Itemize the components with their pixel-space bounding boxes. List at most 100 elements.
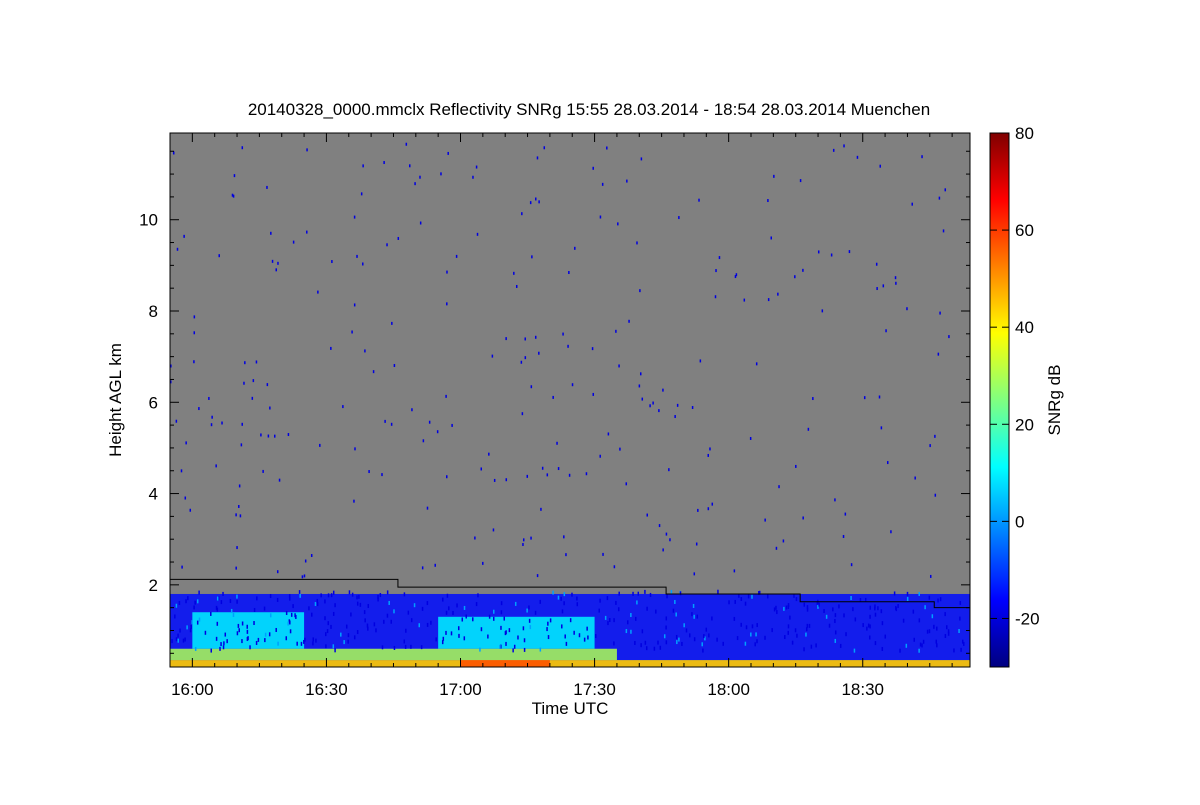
speckle-point [514, 601, 517, 606]
speckle-point [271, 259, 274, 263]
speckle-point [563, 601, 565, 606]
speckle-point [182, 638, 185, 643]
speckle-point [292, 240, 295, 244]
speckle-point [235, 566, 237, 570]
speckle-point [193, 360, 195, 364]
speckle-point [383, 161, 385, 165]
speckle-point [176, 247, 179, 251]
speckle-point [906, 307, 908, 311]
speckle-point [708, 633, 710, 638]
speckle-point [362, 262, 364, 266]
speckle-point [635, 616, 637, 621]
speckle-point [446, 593, 449, 598]
speckle-point [564, 634, 566, 639]
speckle-point [807, 427, 810, 431]
speckle-point [722, 641, 724, 646]
speckle-point [229, 598, 232, 603]
speckle-point [869, 605, 871, 610]
speckle-point [517, 635, 519, 640]
speckle-point [226, 639, 228, 644]
speckle-point [685, 628, 688, 633]
speckle-point [666, 594, 668, 599]
speckle-point [839, 643, 842, 648]
speckle-point [520, 360, 523, 364]
colorbar-tick-label: 40 [1015, 318, 1034, 337]
speckle-point [678, 216, 680, 220]
speckle-point [268, 632, 271, 637]
speckle-point [670, 589, 673, 594]
speckle-point [675, 612, 677, 617]
speckle-point [269, 406, 271, 410]
speckle-point [524, 337, 526, 341]
colorbar-tick-label: 60 [1015, 221, 1034, 240]
speckle-point [810, 644, 813, 649]
speckle-point [448, 606, 450, 611]
speckle-point [255, 360, 258, 364]
speckle-point [397, 236, 400, 240]
speckle-point [180, 469, 183, 473]
speckle-point [782, 539, 785, 543]
speckle-point [290, 612, 293, 617]
speckle-point [615, 329, 617, 333]
speckle-point [881, 646, 884, 651]
speckle-point [613, 565, 616, 569]
speckle-point [428, 420, 431, 424]
speckle-point [508, 628, 511, 633]
x-tick-label: 17:30 [573, 680, 616, 699]
speckle-point [455, 254, 458, 258]
speckle-point [538, 351, 540, 355]
x-tick-label: 18:30 [841, 680, 884, 699]
speckle-point [531, 255, 533, 259]
speckle-point [354, 447, 356, 451]
speckle-point [793, 593, 795, 598]
speckle-point [238, 484, 241, 488]
speckle-point [187, 596, 189, 601]
speckle-point [921, 643, 923, 648]
speckle-point [512, 648, 514, 653]
speckle-point [931, 614, 934, 619]
speckle-point [936, 643, 938, 648]
speckle-point [332, 644, 335, 649]
speckle-point [386, 243, 388, 247]
speckle-point [646, 513, 649, 517]
speckle-point [785, 605, 788, 610]
speckle-point [711, 616, 713, 621]
speckle-point [266, 185, 268, 189]
speckle-point [944, 612, 946, 617]
speckle-point [552, 395, 554, 399]
speckle-point [884, 634, 887, 639]
speckle-point [221, 421, 223, 425]
speckle-point [446, 270, 448, 274]
speckle-point [186, 625, 188, 630]
speckle-point [696, 614, 699, 619]
speckle-point [646, 606, 648, 611]
speckle-point [493, 478, 496, 482]
speckle-point [681, 641, 683, 646]
speckle-point [636, 241, 638, 245]
speckle-point [488, 452, 490, 456]
speckle-point [184, 496, 187, 500]
speckle-point [592, 392, 595, 396]
speckle-point [734, 599, 736, 604]
speckle-point [239, 514, 242, 518]
speckle-point [843, 613, 845, 618]
speckle-point [878, 395, 881, 399]
speckle-point [675, 634, 678, 639]
speckle-point [803, 602, 806, 607]
speckle-point [568, 473, 571, 477]
speckle-point [183, 234, 185, 238]
speckle-point [874, 606, 876, 611]
speckle-point [236, 599, 238, 604]
speckle-point [914, 476, 916, 480]
speckle-point [787, 603, 790, 608]
speckle-point [921, 155, 923, 159]
speckle-point [546, 627, 548, 632]
speckle-point [789, 615, 791, 620]
speckle-point [216, 596, 219, 601]
speckle-point [946, 625, 948, 630]
echo-region-3 [170, 648, 617, 661]
speckle-point [266, 383, 269, 387]
speckle-point [743, 298, 746, 302]
speckle-point [770, 236, 773, 240]
speckle-point [547, 635, 550, 640]
